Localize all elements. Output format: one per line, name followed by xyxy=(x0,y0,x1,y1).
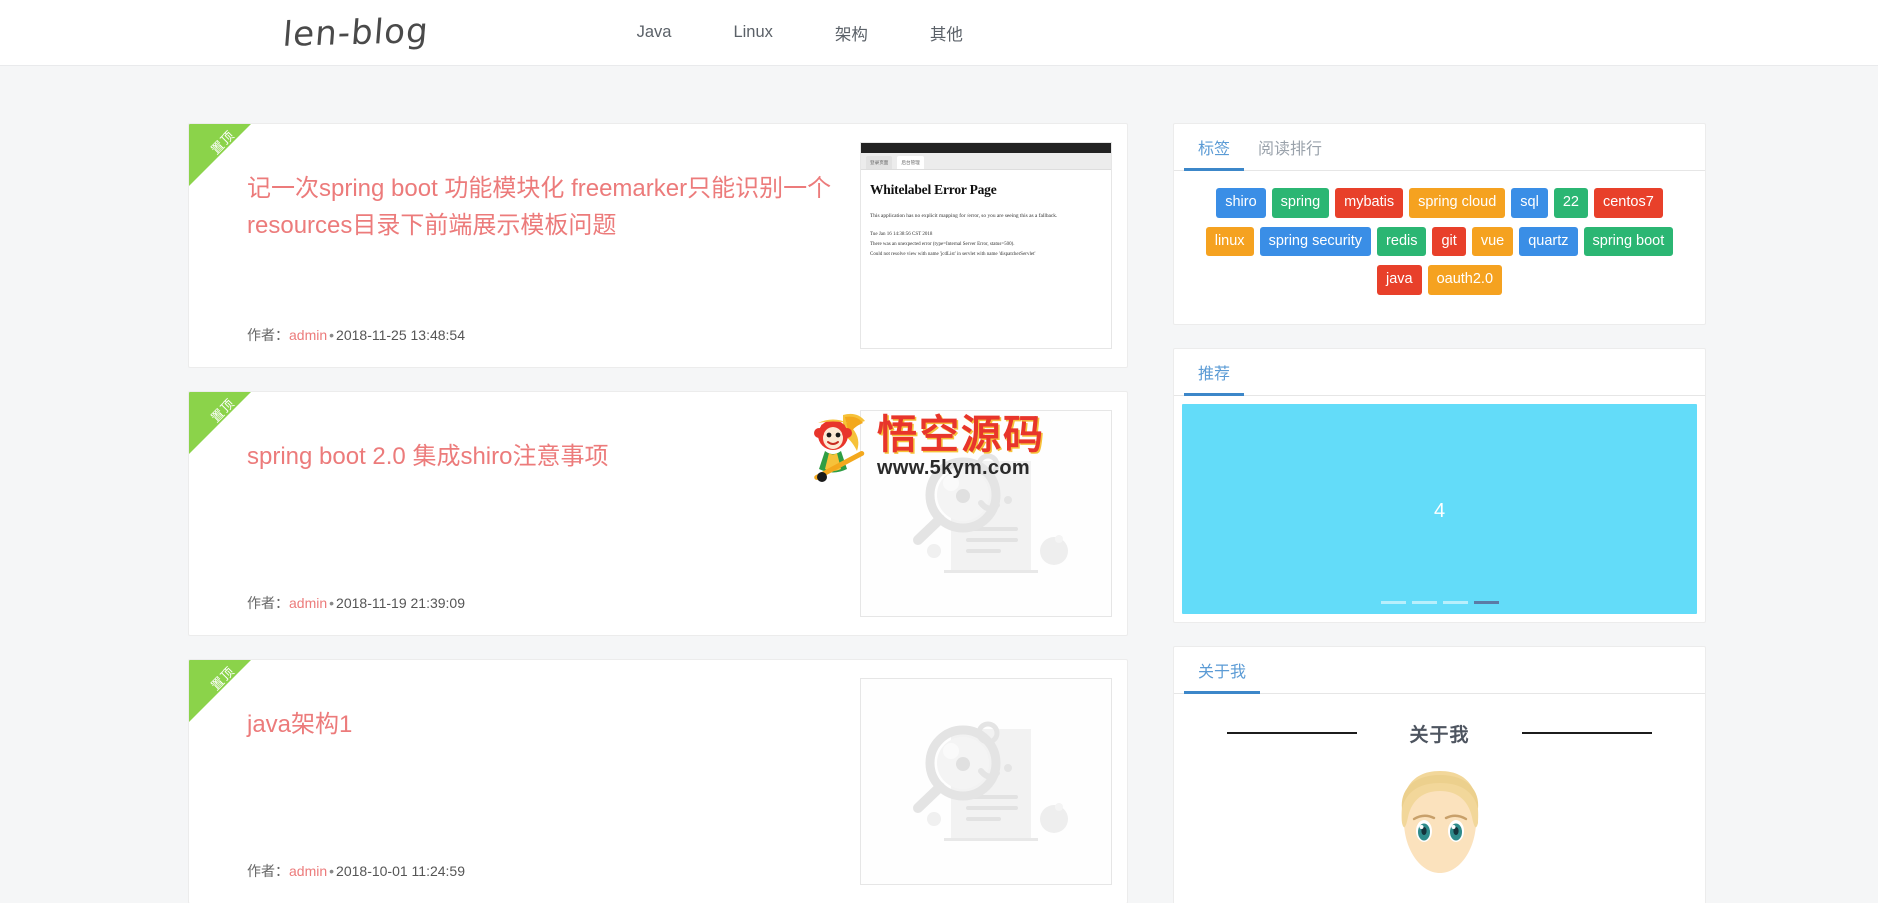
recommend-panel: 推荐 4 xyxy=(1173,347,1706,623)
tag-item[interactable]: shiro xyxy=(1216,188,1266,218)
recommend-carousel[interactable]: 4 xyxy=(1182,403,1697,614)
article-card[interactable]: 置顶 spring boot 2.0 集成shiro注意事项 作者：admin •… xyxy=(188,391,1128,636)
avatar xyxy=(1174,769,1705,889)
article-card[interactable]: 置顶 java架构1 作者：admin • 2018-10-01 11:24:59 xyxy=(188,659,1128,903)
tab-recommend[interactable]: 推荐 xyxy=(1184,360,1245,396)
pinned-ribbon xyxy=(189,392,251,454)
carousel-indicator-1[interactable] xyxy=(1380,600,1406,604)
author-label: 作者： xyxy=(247,595,289,611)
tag-item[interactable]: redis xyxy=(1377,226,1427,256)
article-thumbnail[interactable] xyxy=(860,678,1112,885)
image-placeholder xyxy=(861,679,1111,884)
tag-item[interactable]: 22 xyxy=(1553,188,1588,218)
pinned-ribbon xyxy=(189,660,251,722)
article-title[interactable]: 记一次spring boot 功能模块化 freemarker只能识别一个res… xyxy=(247,170,855,244)
article-title[interactable]: java架构1 xyxy=(247,706,855,743)
tab-read-ranking[interactable]: 阅读排行 xyxy=(1244,135,1336,170)
meta-separator: • xyxy=(329,863,335,879)
tag-item[interactable]: spring cloud xyxy=(1409,188,1506,218)
about-heading-row: 关于我 xyxy=(1174,720,1705,747)
about-panel: 关于我 关于我 xyxy=(1173,645,1706,903)
browser-tab-active: 后台管理 xyxy=(897,156,924,169)
anime-avatar-icon xyxy=(1401,770,1478,873)
nav-item-qita[interactable]: 其他 xyxy=(930,11,963,55)
browser-tab-inactive: 登录页面 xyxy=(866,156,893,169)
article-body: spring boot 2.0 集成shiro注意事项 作者：admin • 201… xyxy=(189,392,860,635)
about-title: 关于我 xyxy=(1409,724,1470,746)
carousel-indicators xyxy=(1182,600,1697,604)
carousel-indicator-4[interactable] xyxy=(1473,600,1499,604)
tag-item[interactable]: spring security xyxy=(1259,226,1372,256)
error-line-4: Could not resolve view with name 'jcdLis… xyxy=(870,252,1036,257)
carousel-indicator-2[interactable] xyxy=(1411,600,1437,604)
error-page-content: Whitelabel Error Page This application h… xyxy=(861,170,1111,260)
whitelabel-error-screenshot: 登录页面 后台管理 Whitelabel Error Page This app… xyxy=(861,143,1111,348)
meta-separator: • xyxy=(329,595,335,611)
article-meta: 作者：admin • 2018-11-19 21:39:09 xyxy=(247,593,465,613)
nav-item-jiagou[interactable]: 架构 xyxy=(835,11,868,55)
tags-panel: 标签 阅读排行 shiro spring mybatis spring cloud sq… xyxy=(1173,123,1706,325)
article-meta: 作者：admin • 2018-11-25 13:48:54 xyxy=(247,325,465,345)
sidebar: 标签 阅读排行 shiro spring mybatis spring cloud sq… xyxy=(1173,66,1706,903)
divider-left xyxy=(1227,732,1358,734)
error-heading: Whitelabel Error Page xyxy=(870,182,997,197)
tag-item[interactable]: vue xyxy=(1471,226,1514,256)
tab-about-me[interactable]: 关于我 xyxy=(1184,658,1261,694)
tag-item[interactable]: java xyxy=(1376,265,1422,295)
article-body: 记一次spring boot 功能模块化 freemarker只能识别一个res… xyxy=(189,124,860,367)
author-link[interactable]: admin xyxy=(289,595,327,611)
tag-cloud: shiro spring mybatis spring cloud sql 22 cento… xyxy=(1174,171,1705,324)
about-content: 关于我 xyxy=(1174,694,1705,903)
site-logo[interactable]: len-blog xyxy=(281,11,430,55)
tags-panel-tabs: 标签 阅读排行 xyxy=(1174,124,1705,171)
error-line-2: Tue Jan 16 14:38:56 CST 2018 xyxy=(870,232,933,237)
meta-separator: • xyxy=(329,327,335,343)
nav-item-linux[interactable]: Linux xyxy=(733,13,772,52)
carousel-indicator-3[interactable] xyxy=(1442,600,1468,604)
pinned-ribbon xyxy=(189,124,251,186)
page-wrap: 置顶 记一次spring boot 功能模块化 freemarker只能识别一个… xyxy=(0,66,1878,903)
author-label: 作者： xyxy=(247,863,289,879)
tag-item[interactable]: linux xyxy=(1205,226,1254,256)
article-body: java架构1 作者：admin • 2018-10-01 11:24:59 xyxy=(189,660,860,903)
author-link[interactable]: admin xyxy=(289,863,327,879)
tag-item[interactable]: spring boot xyxy=(1583,226,1674,256)
error-line-1: This application has no explicit mapping… xyxy=(870,213,1058,219)
browser-tabs: 登录页面 后台管理 xyxy=(861,153,1111,170)
tag-item[interactable]: quartz xyxy=(1519,226,1578,256)
magnifier-document-icon xyxy=(913,721,1068,841)
author-link[interactable]: admin xyxy=(289,327,327,343)
publish-date: 2018-11-19 21:39:09 xyxy=(336,595,466,611)
article-title[interactable]: spring boot 2.0 集成shiro注意事项 xyxy=(247,438,855,475)
article-thumbnail[interactable]: 登录页面 后台管理 Whitelabel Error Page This app… xyxy=(860,142,1112,349)
article-meta: 作者：admin • 2018-10-01 11:24:59 xyxy=(247,861,465,881)
article-thumbnail[interactable] xyxy=(860,410,1112,617)
tag-item[interactable]: oauth2.0 xyxy=(1427,265,1503,295)
nav-item-java[interactable]: Java xyxy=(637,13,672,52)
tag-item[interactable]: mybatis xyxy=(1335,188,1404,218)
article-list: 置顶 记一次spring boot 功能模块化 freemarker只能识别一个… xyxy=(188,66,1128,903)
tag-item[interactable]: centos7 xyxy=(1593,188,1663,218)
tag-item[interactable]: spring xyxy=(1271,188,1330,218)
browser-topbar xyxy=(861,143,1111,153)
article-card[interactable]: 置顶 记一次spring boot 功能模块化 freemarker只能识别一个… xyxy=(188,123,1128,368)
publish-date: 2018-10-01 11:24:59 xyxy=(336,863,466,879)
author-label: 作者： xyxy=(247,327,289,343)
carousel-slide-label: 4 xyxy=(1433,499,1446,522)
tag-item[interactable]: git xyxy=(1432,226,1466,256)
tag-item[interactable]: sql xyxy=(1511,188,1548,218)
tab-tags[interactable]: 标签 xyxy=(1184,135,1245,171)
site-header: len-blog Java Linux 架构 其他 xyxy=(0,0,1878,66)
main-nav: Java Linux 架构 其他 xyxy=(637,11,963,55)
magnifier-document-icon xyxy=(913,453,1068,573)
error-line-3: There was an unexpected error (type=Inte… xyxy=(870,242,1015,247)
recommend-panel-tabs: 推荐 xyxy=(1174,349,1705,396)
divider-right xyxy=(1521,732,1652,734)
image-placeholder xyxy=(861,411,1111,616)
about-panel-tabs: 关于我 xyxy=(1174,647,1705,694)
publish-date: 2018-11-25 13:48:54 xyxy=(336,327,466,343)
